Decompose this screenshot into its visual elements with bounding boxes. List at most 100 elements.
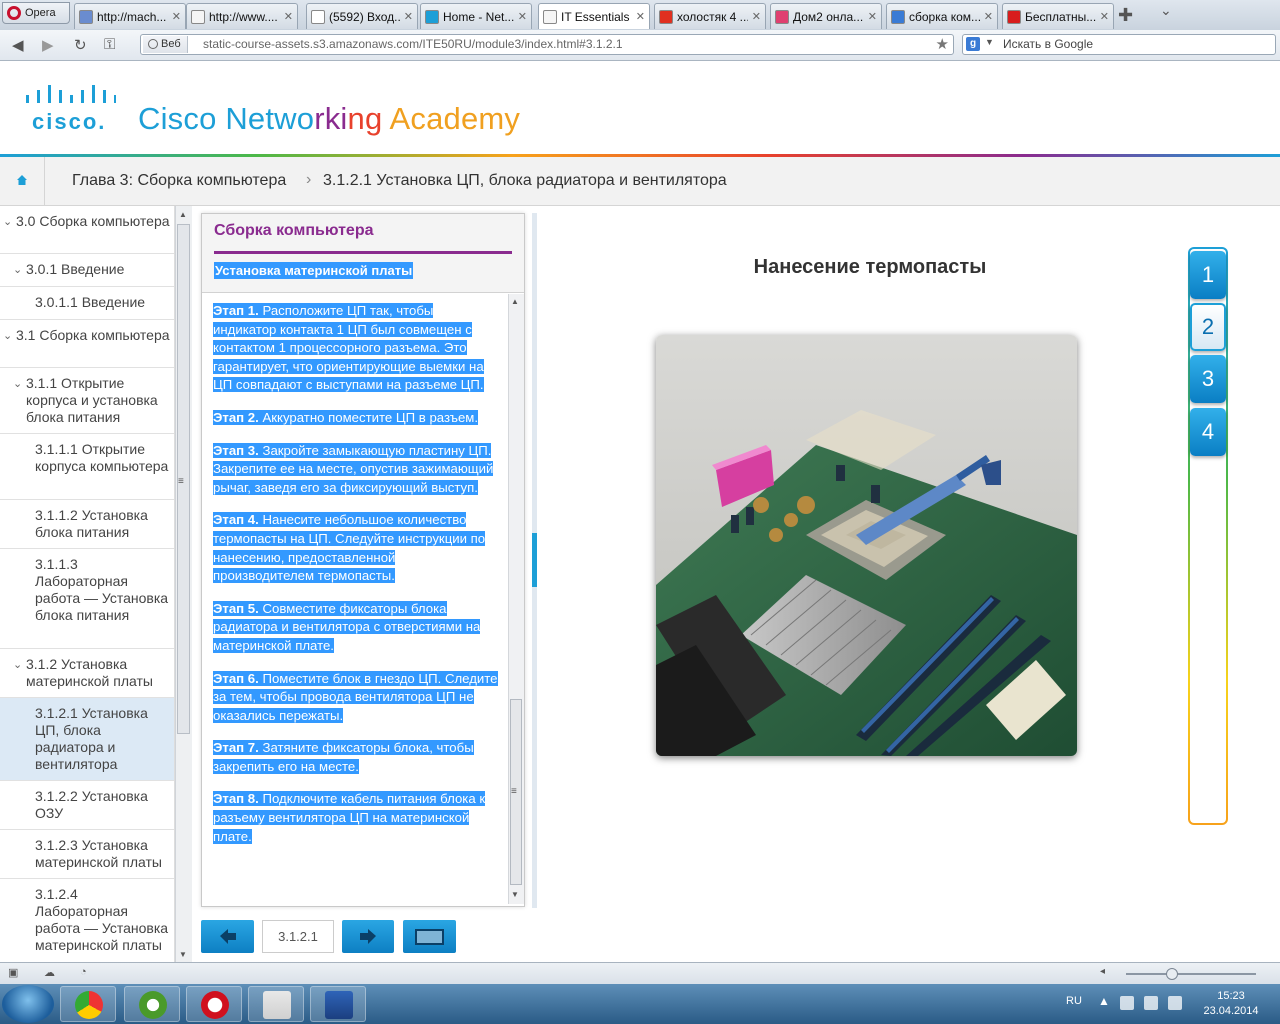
new-tab-icon[interactable]: ✚ — [1118, 5, 1133, 26]
browser-tab[interactable]: IT Essentials ✕ — [538, 3, 650, 29]
key-icon[interactable]: ⚿ — [104, 36, 115, 53]
zoom-slider[interactable] — [1126, 973, 1256, 975]
next-button[interactable] — [342, 920, 394, 953]
taskbar-app-button[interactable] — [310, 986, 366, 1022]
toc-item[interactable]: ⌄ 3.0.1 Введение — [0, 254, 174, 287]
action-center-icon[interactable] — [1120, 996, 1134, 1010]
toc-item-label: 3.1.2.3 Установка материнской платы — [35, 837, 162, 870]
academy-title-part: ng — [347, 101, 390, 136]
opera-menu-button[interactable]: Opera — [2, 2, 70, 24]
toc-item-label: 3.0.1 Введение — [26, 261, 125, 277]
url-text[interactable]: static-course-assets.s3.amazonaws.com/IT… — [203, 37, 623, 51]
toc-item[interactable]: 3.1.1.1 Открытие корпуса компьютера — [0, 434, 174, 500]
close-tab-icon[interactable]: ✕ — [172, 10, 181, 23]
toc-item[interactable]: 3.1.2.3 Установка материнской платы — [0, 830, 174, 879]
close-tab-icon[interactable]: ✕ — [1100, 10, 1109, 23]
toc-item-label: 3.1.1.2 Установка блока питания — [35, 507, 148, 540]
forward-icon[interactable]: ▶ — [42, 36, 54, 54]
step-label: Этап 8. — [213, 791, 259, 807]
step-paragraph: Этап 7. Затяните фиксаторы блока, чтобы … — [213, 739, 498, 776]
chevron-down-icon[interactable]: ⌄ — [3, 328, 12, 345]
browser-tab[interactable]: Бесплатны... ✕ — [1002, 3, 1114, 29]
address-field[interactable]: Веб static-course-assets.s3.amazonaws.co… — [140, 34, 954, 55]
browser-tab[interactable]: Home - Net... ✕ — [420, 3, 532, 29]
zoom-slider-knob[interactable] — [1166, 968, 1178, 980]
toc-scrollbar[interactable]: ▲ ≡ ▼ — [175, 206, 192, 962]
taskbar-app-button[interactable] — [60, 986, 116, 1022]
browser-tab[interactable]: Дом2 онла... ✕ — [770, 3, 882, 29]
scroll-up-icon[interactable]: ▲ — [511, 297, 519, 306]
site-header: cisco. Cisco Networking Academy — [0, 61, 1280, 155]
panel-divider[interactable] — [532, 213, 537, 908]
step-tab[interactable]: 1 — [1190, 251, 1226, 299]
step-label: Этап 7. — [213, 740, 259, 756]
taskbar-app-button[interactable] — [186, 986, 242, 1022]
close-tab-icon[interactable]: ✕ — [284, 10, 293, 23]
chevron-down-icon[interactable]: ⌄ — [13, 376, 22, 393]
toc-item[interactable]: 3.1.2.4 Лабораторная работа — Установка … — [0, 879, 174, 962]
browser-tab[interactable]: http://www.... ✕ — [186, 3, 298, 29]
divider-handle[interactable] — [532, 533, 537, 587]
browser-tab[interactable]: холостяк 4 ... ✕ — [654, 3, 766, 29]
mail-icon — [311, 9, 325, 24]
step-paragraph: Этап 1. Расположите ЦП так, чтобы индика… — [213, 302, 498, 395]
previous-button[interactable] — [201, 920, 254, 953]
fullscreen-button[interactable] — [403, 920, 456, 953]
academy-title-part: Academy — [389, 101, 521, 136]
close-tab-icon[interactable]: ✕ — [636, 10, 645, 23]
browser-tab[interactable]: сборка ком... ✕ — [886, 3, 998, 29]
panel-toggle-icon[interactable]: ▣ — [8, 966, 18, 979]
zoom-out-icon[interactable]: ◂ — [1100, 966, 1105, 977]
step-tab[interactable]: 2 — [1190, 303, 1226, 351]
speed-dial-icon[interactable]: ◔ — [80, 966, 87, 978]
breadcrumb-chapter[interactable]: Глава 3: Сборка компьютера — [72, 172, 286, 190]
home-button[interactable] — [0, 157, 45, 205]
tray-expand-icon[interactable]: ▲ — [1098, 994, 1110, 1008]
step-tab[interactable]: 3 — [1190, 355, 1226, 403]
cloud-icon[interactable]: ☁ — [44, 966, 55, 979]
security-badge[interactable]: Веб — [143, 36, 188, 53]
chevron-down-icon[interactable]: ⌄ — [13, 262, 22, 279]
toc-item[interactable]: ⌄ 3.1.1 Открытие корпуса и установка блок… — [0, 368, 174, 434]
start-button[interactable] — [2, 985, 54, 1023]
toc-item[interactable]: 3.0.1.1 Введение — [0, 287, 174, 320]
panel-scrollbar[interactable]: ▲ ≡ ▼ — [508, 294, 524, 904]
reload-icon[interactable]: ↻ — [74, 36, 87, 54]
volume-icon[interactable] — [1168, 996, 1182, 1010]
step-tab[interactable]: 4 — [1190, 408, 1226, 456]
bookmark-star-icon[interactable]: ★ — [936, 35, 949, 53]
back-icon[interactable]: ◀ — [12, 36, 24, 54]
scroll-down-icon[interactable]: ▼ — [511, 890, 519, 899]
toc-item[interactable]: ⌄ 3.1 Сборка компьютера — [0, 320, 174, 368]
panel-title-rule — [214, 251, 512, 254]
language-indicator[interactable]: RU — [1066, 995, 1082, 1007]
browser-tab[interactable]: (5592) Вход... ✕ — [306, 3, 418, 29]
tab-list-icon[interactable]: ⌄ — [1160, 2, 1172, 19]
toc-item[interactable]: ⌄ 3.1.2 Установка материнской платы — [0, 649, 174, 698]
toc-item[interactable]: 3.1.1.3 Лабораторная работа — Установка … — [0, 549, 174, 649]
scroll-down-icon[interactable]: ▼ — [179, 950, 187, 959]
youtube-icon — [1007, 9, 1021, 24]
search-engine-dropdown-icon[interactable]: ▼ — [985, 37, 994, 47]
close-tab-icon[interactable]: ✕ — [984, 10, 993, 23]
close-tab-icon[interactable]: ✕ — [404, 10, 413, 23]
close-tab-icon[interactable]: ✕ — [868, 10, 877, 23]
chevron-down-icon[interactable]: ⌄ — [13, 657, 22, 674]
toc-item[interactable]: ⌄ 3.0 Сборка компьютера — [0, 206, 174, 254]
close-tab-icon[interactable]: ✕ — [752, 10, 761, 23]
toc-item[interactable]: 3.1.1.2 Установка блока питания — [0, 500, 174, 549]
close-tab-icon[interactable]: ✕ — [518, 10, 527, 23]
chevron-down-icon[interactable]: ⌄ — [3, 214, 12, 231]
toc-item[interactable]: 3.1.2.2 Установка ОЗУ — [0, 781, 174, 830]
search-field[interactable]: g ▼ Искать в Google — [962, 34, 1276, 55]
clock[interactable]: 15:23 23.04.2014 — [1196, 989, 1266, 1019]
taskbar-app-button[interactable] — [124, 986, 180, 1022]
search-engine-icon[interactable]: g — [966, 37, 980, 51]
toc-item-label: 3.1.2.2 Установка ОЗУ — [35, 788, 148, 821]
browser-tab[interactable]: http://mach... ✕ — [74, 3, 186, 29]
taskbar-app-button[interactable] — [248, 986, 304, 1022]
toc-item[interactable]: 3.1.2.1 Установка ЦП, блока радиатора и … — [0, 698, 174, 781]
scroll-up-icon[interactable]: ▲ — [179, 210, 187, 219]
step-paragraph: Этап 2. Аккуратно поместите ЦП в разъем. — [213, 409, 498, 428]
network-icon[interactable] — [1144, 996, 1158, 1010]
